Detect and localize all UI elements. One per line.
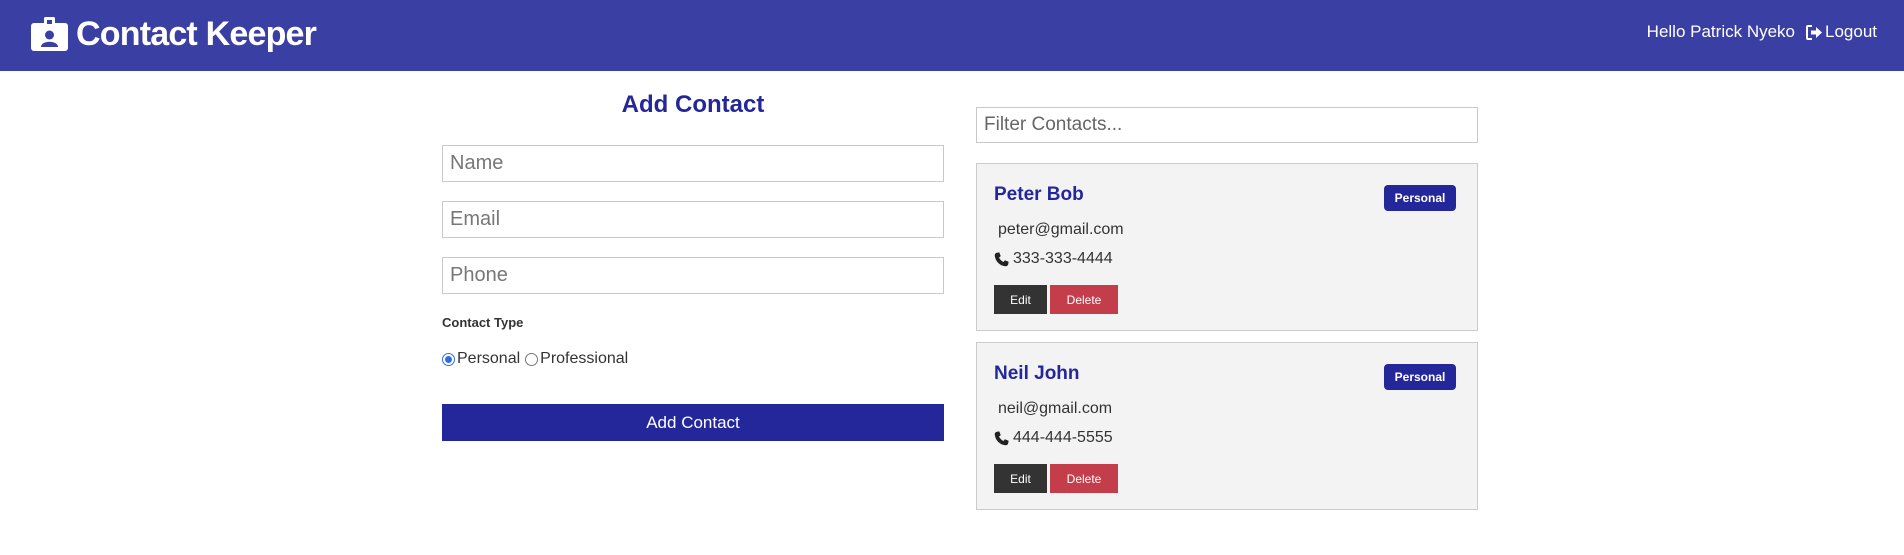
navbar: Contact Keeper Hello Patrick Nyeko Logou… [0,0,1904,71]
edit-button[interactable]: Edit [994,285,1047,314]
logout-link[interactable]: Logout [1806,22,1877,42]
contact-phone-row: 444-444-5555 [994,429,1113,447]
personal-radio-label: Personal [457,350,521,367]
id-badge-icon [31,17,68,51]
contact-type-badge: Personal [1384,185,1456,211]
phone-input[interactable] [442,257,944,294]
name-input[interactable] [442,145,944,182]
sign-out-icon [1806,24,1822,40]
logout-label: Logout [1825,22,1877,41]
contact-name: Peter Bob [994,184,1084,205]
phone-icon [994,251,1009,266]
form-title: Add Contact [621,91,765,118]
delete-button[interactable]: Delete [1050,285,1118,314]
contact-name: Neil John [994,363,1080,384]
personal-radio[interactable] [442,352,455,366]
phone-icon [994,430,1009,445]
contact-type-label: Contact Type [442,315,524,330]
contact-email: neil@gmail.com [998,400,1113,417]
brand-title: Contact Keeper [76,14,317,53]
filter-input[interactable] [976,107,1478,143]
contact-type-options: Personal Professional [442,350,633,368]
contact-card: Peter Bob Personal peter@gmail.com 333-3… [976,163,1478,331]
contact-phone: 444-444-5555 [1013,429,1113,446]
delete-button[interactable]: Delete [1050,464,1118,493]
user-greeting: Hello Patrick Nyeko [1646,22,1795,41]
contact-type-badge: Personal [1384,364,1456,390]
brand[interactable]: Contact Keeper [31,14,317,54]
email-input[interactable] [442,201,944,238]
contact-phone-row: 333-333-4444 [994,250,1113,268]
contact-email: peter@gmail.com [998,221,1124,238]
professional-radio[interactable] [525,352,539,366]
contact-form: Add Contact Contact Type Personal Profes… [442,90,944,441]
nav-user-area: Hello Patrick Nyeko Logout [1647,22,1877,42]
add-contact-button[interactable]: Add Contact [442,404,944,441]
edit-button[interactable]: Edit [994,464,1047,493]
professional-radio-label: Professional [540,350,629,367]
contact-phone: 333-333-4444 [1013,250,1113,267]
contact-card: Neil John Personal neil@gmail.com 444-44… [976,342,1478,510]
